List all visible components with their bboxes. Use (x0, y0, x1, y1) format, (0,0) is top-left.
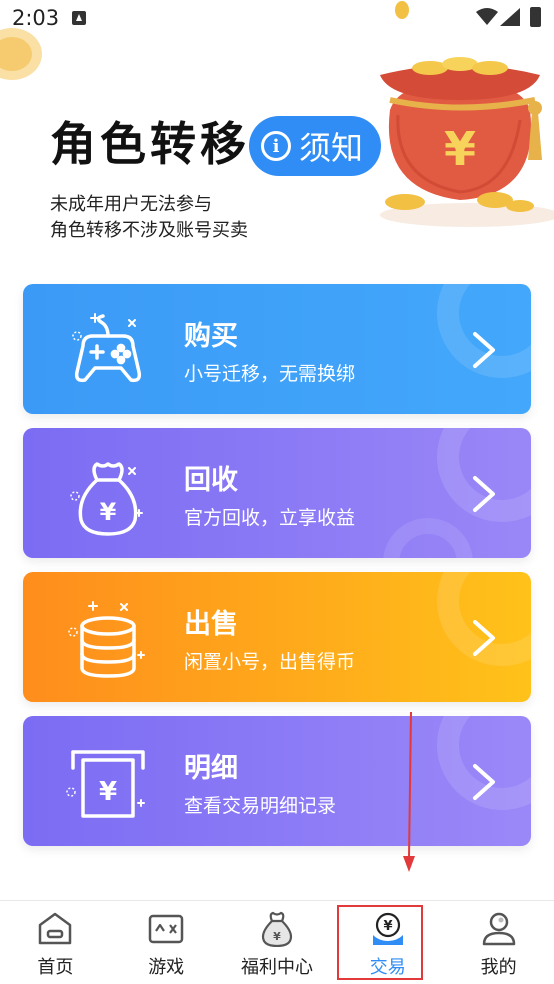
card-subtitle: 小号迁移，无需换绑 (184, 363, 356, 385)
tab-label: 首页 (37, 957, 74, 978)
svg-text:¥: ¥ (99, 777, 117, 807)
page-title: 角色转移 (50, 117, 250, 171)
svg-text:¥: ¥ (444, 122, 476, 176)
battery-icon (530, 7, 541, 27)
card-title: 明细 (184, 753, 238, 784)
tab-games[interactable]: 游戏 (111, 901, 222, 984)
bottom-tab-bar: 首页 游戏 ¥ 福利中心 ¥ 交易 我的 (0, 900, 554, 984)
gamepad-icon (72, 313, 142, 383)
status-bar: 2:03 (0, 0, 554, 38)
info-icon: i (261, 131, 291, 161)
card-title: 购买 (184, 321, 238, 352)
tab-label: 游戏 (148, 957, 185, 978)
money-bag-icon: ¥ (70, 462, 143, 536)
tab-profile[interactable]: 我的 (443, 901, 554, 984)
chevron-right-icon (473, 332, 495, 368)
svg-text:¥: ¥ (273, 930, 281, 943)
notice-button[interactable]: i 须知 (249, 116, 381, 176)
chevron-right-icon (473, 476, 495, 512)
coin-stack-icon (68, 601, 145, 678)
wifi-icon (476, 8, 498, 25)
tab-welfare-center[interactable]: ¥ 福利中心 (222, 901, 333, 984)
app-screen: 2:03 ¥ 角色转移 i 须知 未成年用户无法参与 角色转移不涉及账号买卖 购… (0, 0, 554, 984)
sell-card[interactable]: 出售 闲置小号，出售得币 (23, 572, 531, 702)
notification-icon (72, 11, 86, 25)
tab-home[interactable]: 首页 (0, 901, 111, 984)
buy-card[interactable]: 购买 小号迁移，无需换绑 (23, 284, 531, 414)
notice-button-label: 须知 (299, 129, 364, 167)
profile-icon (482, 912, 515, 946)
card-decoration (383, 518, 473, 558)
tab-label: 福利中心 (240, 957, 313, 978)
card-subtitle: 查看交易明细记录 (184, 795, 337, 817)
welfare-bag-icon: ¥ (261, 911, 293, 947)
tab-label: 我的 (480, 957, 517, 978)
card-subtitle: 官方回收，立享收益 (184, 507, 356, 529)
signal-icon (500, 8, 520, 26)
game-icon (148, 914, 184, 944)
card-subtitle: 闲置小号，出售得币 (184, 651, 356, 673)
status-time: 2:03 (12, 6, 60, 30)
svg-text:¥: ¥ (100, 498, 117, 526)
subtitle-line: 未成年用户无法参与 (50, 194, 212, 215)
detail-card[interactable]: ¥ 明细 查看交易明细记录 (23, 716, 531, 846)
card-title: 回收 (184, 465, 238, 496)
receipt-icon: ¥ (66, 750, 145, 818)
recycle-card[interactable]: ¥ 回收 官方回收，立享收益 (23, 428, 531, 558)
chevron-right-icon (473, 620, 495, 656)
annotation-arrow-icon (403, 712, 415, 872)
tab-highlight-box (337, 905, 423, 980)
card-title: 出售 (184, 609, 238, 640)
chevron-right-icon (473, 764, 495, 800)
home-icon (39, 912, 72, 945)
subtitle-line: 角色转移不涉及账号买卖 (50, 220, 248, 241)
